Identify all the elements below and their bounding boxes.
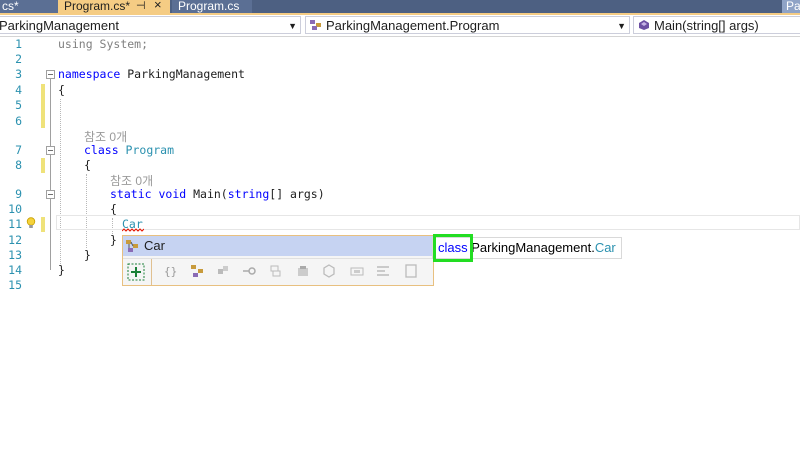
- project-dropdown[interactable]: ParkingManagement ▼: [0, 16, 301, 34]
- add-import-icon[interactable]: [127, 263, 145, 281]
- line-number: 14: [8, 263, 22, 277]
- line-number: 4: [15, 83, 22, 97]
- completion-item-selected[interactable]: Car: [123, 236, 433, 256]
- struct-filter-icon[interactable]: [215, 263, 231, 279]
- svg-text:{}: {}: [164, 265, 177, 278]
- code-line-14: }: [58, 263, 65, 277]
- member-dropdown[interactable]: Main(string[] args): [633, 16, 800, 34]
- code-line-4: {: [58, 83, 65, 97]
- line-number: 8: [15, 158, 22, 172]
- line-number: 15: [8, 278, 22, 292]
- target-type-filter-icon[interactable]: [403, 263, 419, 279]
- tab-program-cs[interactable]: Program.cs: [172, 0, 252, 14]
- enum-filter-icon[interactable]: [267, 263, 283, 279]
- chevron-down-icon: ▼: [288, 21, 297, 31]
- module-filter-icon[interactable]: [321, 263, 337, 279]
- tab-previous-file[interactable]: cs*: [0, 0, 58, 14]
- project-dropdown-label: ParkingManagement: [0, 18, 119, 33]
- snippet-filter-icon[interactable]: [375, 263, 391, 279]
- method-icon: [639, 20, 649, 30]
- tab-label: Program.cs*: [64, 0, 131, 13]
- current-line-highlight: [56, 215, 800, 230]
- quickinfo-tooltip: class ParkingManagement.Car: [432, 234, 622, 262]
- code-line-7: class Program: [84, 143, 175, 157]
- interface-filter-icon[interactable]: [241, 263, 257, 279]
- document-tab-strip: cs* Program.cs* ⊣ × Program.cs Parking: [0, 0, 800, 15]
- intellisense-popup: Car {}: [122, 235, 434, 286]
- code-line-10: {: [110, 202, 117, 216]
- fold-toggle-namespace[interactable]: [46, 70, 55, 79]
- line-number: 7: [15, 143, 22, 157]
- extension-method-filter-icon[interactable]: [349, 263, 365, 279]
- line-number: 1: [15, 37, 22, 51]
- chevron-down-icon: ▼: [617, 21, 626, 31]
- fold-guide: [50, 79, 51, 270]
- filter-divider: [151, 259, 152, 285]
- change-marker: [41, 158, 45, 173]
- line-number: 11: [8, 217, 22, 231]
- indent-guide: [60, 99, 61, 264]
- line-number: 3: [15, 67, 22, 81]
- delegate-filter-icon[interactable]: [295, 263, 311, 279]
- completion-filter-bar: {}: [123, 259, 433, 285]
- navigation-bar: ParkingManagement ▼ ParkingManagement.Pr…: [0, 15, 800, 37]
- code-line-8: {: [84, 158, 91, 172]
- line-number: 10: [8, 202, 22, 216]
- namespace-filter-icon[interactable]: {}: [161, 263, 177, 279]
- close-icon[interactable]: ×: [154, 0, 162, 11]
- change-marker: [41, 84, 45, 128]
- line-number: 9: [15, 187, 22, 201]
- code-line-1: using System;: [58, 37, 149, 51]
- pin-icon[interactable]: ⊣: [136, 0, 146, 12]
- change-marker: [41, 217, 45, 232]
- tab-program-cs-active[interactable]: Program.cs* ⊣ ×: [58, 0, 170, 14]
- member-dropdown-label: Main(string[] args): [654, 18, 759, 33]
- fold-toggle-class[interactable]: [46, 146, 55, 155]
- class-dropdown[interactable]: ParkingManagement.Program ▼: [305, 16, 630, 34]
- quickinfo-type: Car: [594, 240, 616, 255]
- class-filter-icon[interactable]: [189, 263, 205, 279]
- line-number: 2: [15, 52, 22, 66]
- completion-item-label: Car: [144, 238, 165, 253]
- line-number: 5: [15, 98, 22, 112]
- class-icon: [126, 240, 138, 252]
- code-line-3: namespace ParkingManagement: [58, 67, 245, 81]
- line-number: 13: [8, 248, 22, 262]
- line-number: 6: [15, 114, 22, 128]
- fold-toggle-method[interactable]: [46, 190, 55, 199]
- code-line-13: }: [84, 248, 91, 262]
- class-icon: [310, 20, 321, 30]
- highlight-box: [433, 234, 473, 262]
- error-squiggle: [122, 228, 144, 232]
- lightbulb-icon[interactable]: [26, 217, 36, 229]
- code-line-12: }: [110, 233, 117, 247]
- code-line-9: static void Main(string[] args): [110, 187, 325, 201]
- class-dropdown-label: ParkingManagement.Program: [326, 18, 500, 33]
- indent-guide: [86, 174, 87, 248]
- quickinfo-namespace: ParkingManagement.: [467, 240, 595, 255]
- line-number: 12: [8, 233, 22, 247]
- tab-parking-overflow[interactable]: Parking: [782, 0, 800, 14]
